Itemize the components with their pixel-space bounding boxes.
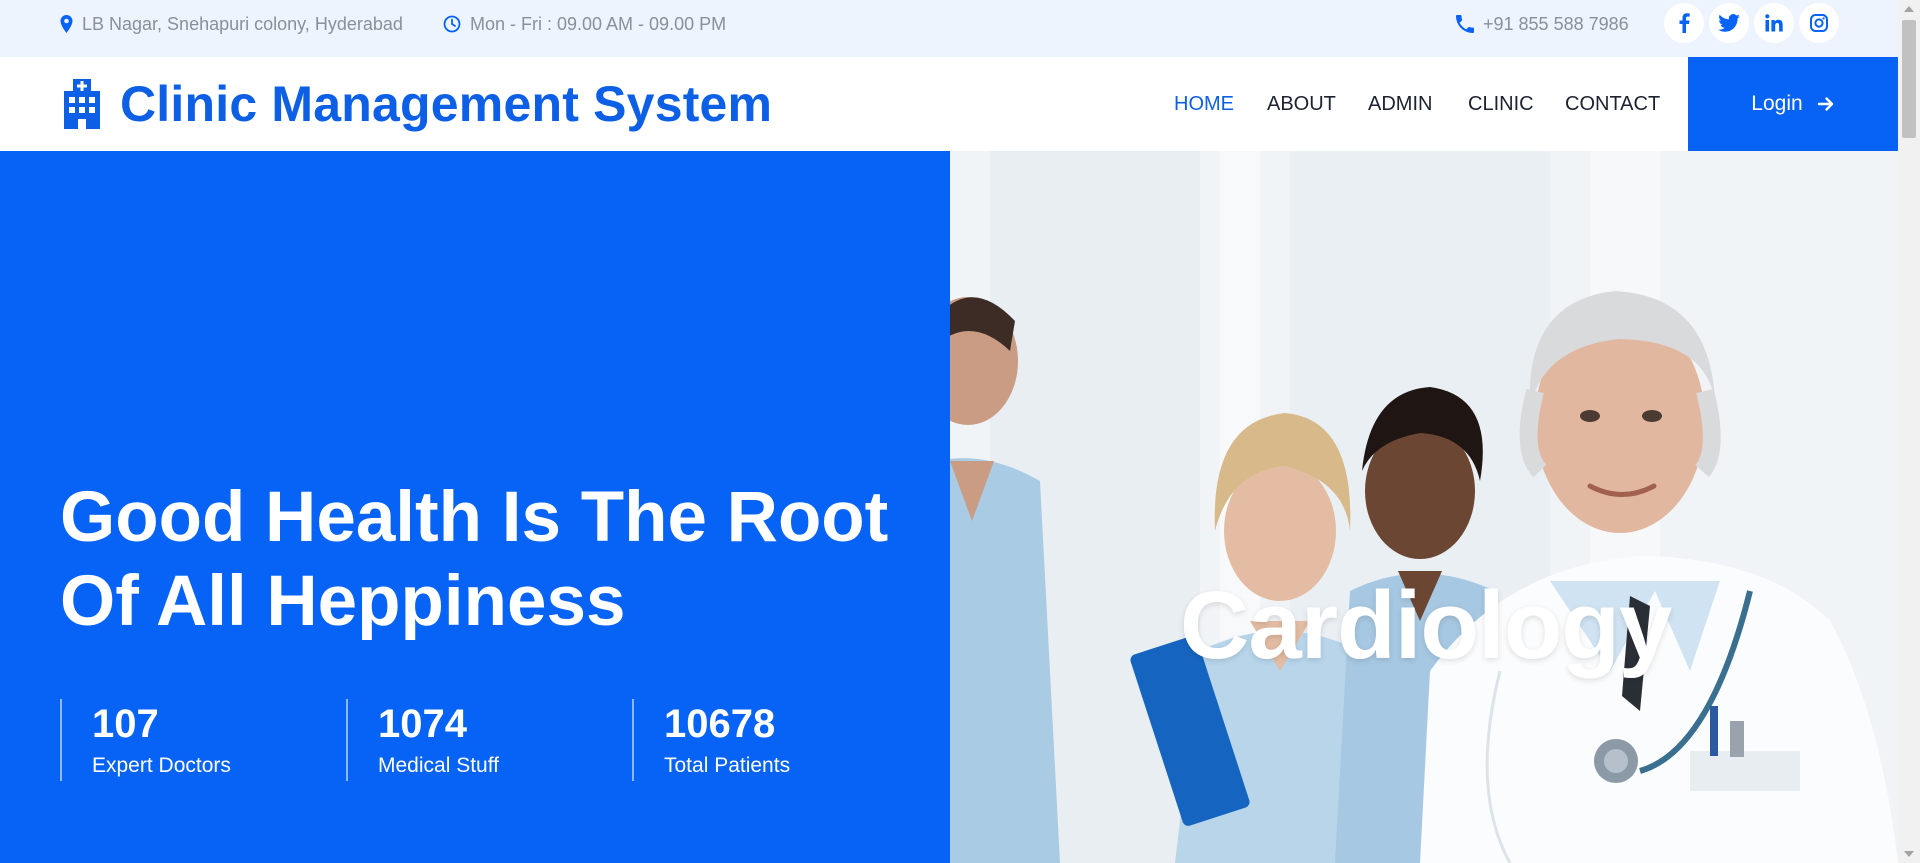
slide-title: Cardiology [1180, 572, 1672, 679]
address-text: LB Nagar, Snehapuri colony, Hyderabad [82, 13, 403, 34]
facebook-icon [1679, 13, 1690, 33]
hero-headline: Good Health Is The Root Of All Heppiness [60, 476, 920, 644]
nav-about[interactable]: ABOUT [1267, 57, 1336, 151]
top-contact-bar: LB Nagar, Snehapuri colony, Hyderabad Mo… [0, 0, 1898, 57]
arrow-right-icon [1817, 97, 1833, 111]
linkedin-icon [1765, 14, 1783, 32]
nav-clinic[interactable]: CLINIC [1468, 57, 1534, 151]
login-button[interactable]: Login [1688, 57, 1898, 151]
hours-info: Mon - Fri : 09.00 AM - 09.00 PM [443, 0, 726, 48]
address-info: LB Nagar, Snehapuri colony, Hyderabad [60, 0, 403, 48]
stat-total-patients: 10678 Total Patients [632, 699, 790, 781]
main-navbar: Clinic Management System HOME ABOUT ADMI… [0, 57, 1898, 151]
brand-logo-link[interactable]: Clinic Management System [60, 57, 772, 151]
hospital-icon [64, 79, 100, 129]
nav-admin[interactable]: ADMIN [1368, 57, 1432, 151]
phone-icon [1456, 15, 1474, 33]
stat-label: Total Patients [664, 754, 791, 777]
phone-text: +91 855 588 7986 [1483, 13, 1629, 34]
brand-title: Clinic Management System [120, 76, 773, 132]
stat-medical-stuff: 1074 Medical Stuff [346, 699, 499, 781]
nav-contact[interactable]: CONTACT [1565, 57, 1660, 151]
map-marker-icon [60, 15, 73, 33]
hero-panel: Good Health Is The Root Of All Heppiness… [0, 151, 950, 863]
headline-line-1: Good Health Is The Root [60, 478, 889, 557]
twitter-icon [1718, 14, 1740, 32]
instagram-link[interactable] [1799, 3, 1839, 43]
page-scrollbar[interactable] [1898, 0, 1920, 863]
stat-label: Medical Stuff [378, 754, 500, 777]
twitter-link[interactable] [1709, 3, 1749, 43]
hours-text: Mon - Fri : 09.00 AM - 09.00 PM [470, 13, 727, 34]
nav-home[interactable]: HOME [1174, 57, 1234, 151]
stat-number: 107 [92, 702, 159, 746]
instagram-icon [1810, 14, 1828, 32]
facebook-link[interactable] [1664, 3, 1704, 43]
phone-info[interactable]: +91 855 588 7986 [1456, 0, 1629, 48]
stat-label: Expert Doctors [92, 754, 231, 777]
scrollbar-thumb[interactable] [1902, 20, 1916, 138]
stat-number: 10678 [664, 702, 776, 746]
scroll-up-arrow-icon[interactable] [1904, 6, 1914, 12]
doctors-photo [950, 151, 1898, 863]
clock-icon [443, 15, 461, 33]
stat-number: 1074 [378, 702, 467, 746]
headline-line-2: Of All Heppiness [60, 562, 626, 641]
hero-carousel-slide[interactable]: Cardiology [950, 151, 1898, 863]
stat-expert-doctors: 107 Expert Doctors [60, 699, 231, 781]
linkedin-link[interactable] [1754, 3, 1794, 43]
scroll-down-arrow-icon[interactable] [1904, 851, 1914, 857]
login-label: Login [1751, 92, 1803, 115]
